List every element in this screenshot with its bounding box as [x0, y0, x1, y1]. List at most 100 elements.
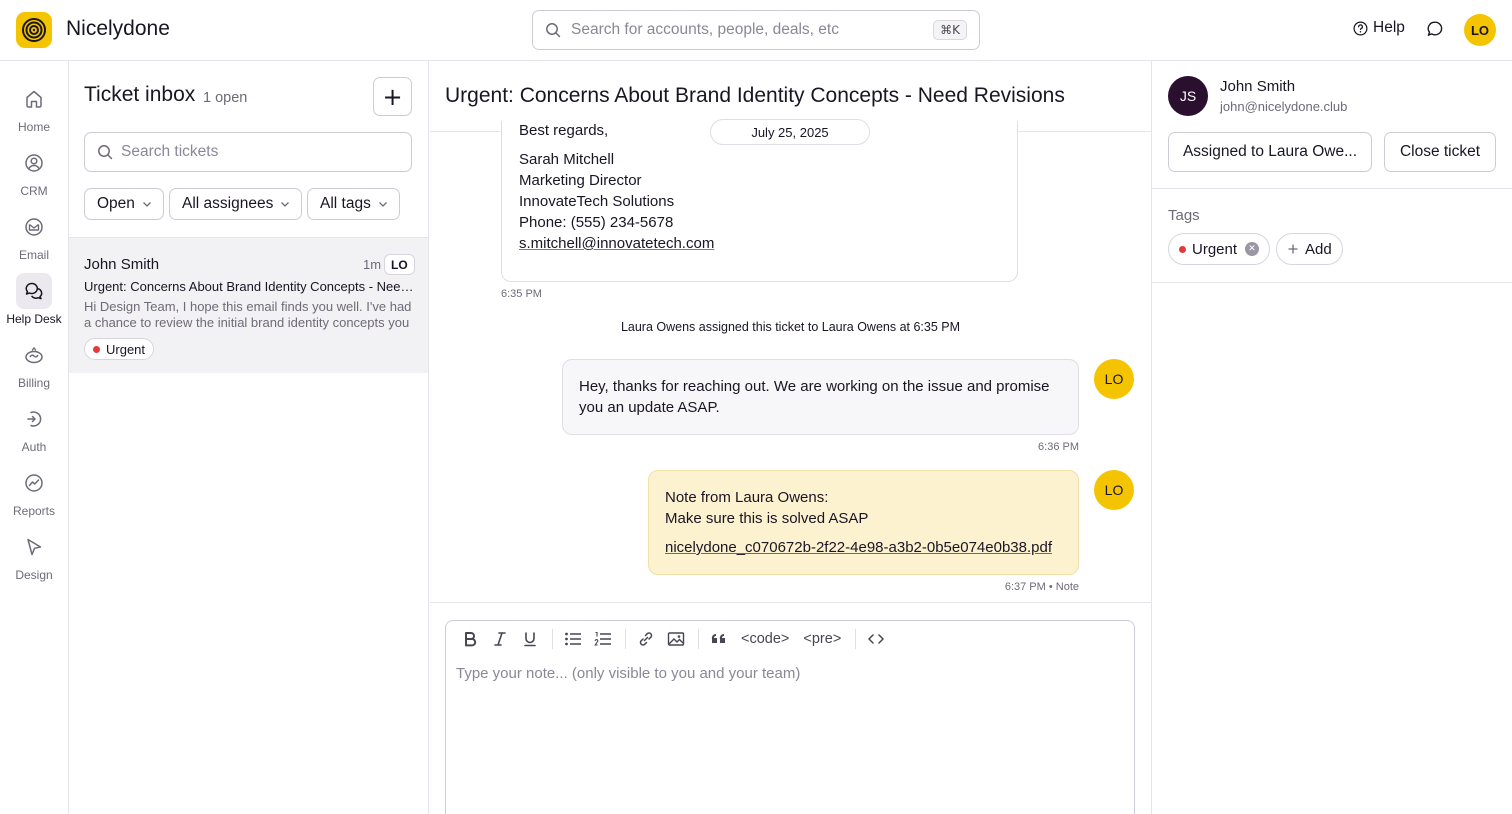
- nav-label: Help Desk: [6, 312, 62, 326]
- link-button[interactable]: [632, 625, 660, 653]
- email-phone: Phone: (555) 234-5678: [519, 214, 674, 231]
- quote-icon: [711, 633, 725, 643]
- ticket-customer-name: John Smith: [84, 256, 160, 273]
- nav-label: Design: [15, 568, 53, 582]
- toolbar-divider: [625, 629, 626, 649]
- add-tag-label: Add: [1305, 240, 1332, 258]
- email-timestamp: 6:35 PM: [501, 288, 542, 300]
- numbered-list-button[interactable]: [589, 625, 617, 653]
- search-icon: [546, 23, 561, 38]
- ticket-search[interactable]: [84, 132, 412, 172]
- bullet-list-button[interactable]: [559, 625, 587, 653]
- source-code-button[interactable]: [862, 625, 890, 653]
- nav-item-email[interactable]: Email: [0, 209, 68, 269]
- top-bar: Nicelydone Search for accounts, people, …: [0, 0, 1512, 61]
- new-ticket-button[interactable]: +: [373, 77, 412, 116]
- nav-item-billing[interactable]: Billing: [0, 337, 68, 397]
- email-sender-name: Sarah Mitchell: [519, 151, 615, 168]
- nav-item-home[interactable]: Home: [0, 81, 68, 141]
- ticket-subject: Urgent: Concerns About Brand Identity Co…: [84, 279, 414, 294]
- note-text: Make sure this is solved ASAP: [665, 510, 869, 527]
- user-avatar[interactable]: LO: [1464, 14, 1496, 46]
- bold-button[interactable]: [456, 625, 484, 653]
- status-filter[interactable]: Open: [84, 188, 164, 220]
- note-attachment-link[interactable]: nicelydone_c070672b-2f22-4e98-a3b2-0b5e0…: [665, 537, 1062, 558]
- numbered-list-icon: [594, 631, 611, 646]
- note-timestamp: 6:37 PM • Note: [1004, 581, 1079, 593]
- add-tag-button[interactable]: Add: [1276, 233, 1343, 265]
- nav-label: CRM: [20, 184, 48, 198]
- system-assignment-message: Laura Owens assigned this ticket to Laur…: [620, 320, 961, 334]
- bullet-list-icon: [565, 632, 581, 646]
- app-name: Nicelydone: [66, 17, 170, 40]
- email-address-link[interactable]: s.mitchell@innovatetech.com: [519, 235, 714, 252]
- blockquote-button[interactable]: [705, 625, 733, 653]
- tag-chip-urgent: Urgent ✕: [1168, 233, 1271, 265]
- panel-divider: [1152, 282, 1512, 283]
- conversation-panel: Urgent: Concerns About Brand Identity Co…: [430, 61, 1151, 814]
- help-label: Help: [1373, 19, 1405, 36]
- remove-tag-icon[interactable]: ✕: [1245, 242, 1260, 256]
- inline-code-button[interactable]: <code>: [735, 625, 795, 653]
- underline-button[interactable]: [516, 625, 544, 653]
- reply-timestamp: 6:36 PM: [1038, 441, 1079, 453]
- image-icon: [667, 632, 685, 646]
- nav-label: Reports: [12, 504, 56, 518]
- image-button[interactable]: [662, 625, 690, 653]
- nav-item-reports[interactable]: Reports: [0, 465, 68, 525]
- nav-item-help-desk[interactable]: Help Desk: [0, 273, 68, 333]
- nav-item-crm[interactable]: CRM: [0, 145, 68, 205]
- close-ticket-button[interactable]: Close ticket: [1384, 132, 1496, 172]
- logo-spiral-icon: [22, 18, 46, 42]
- note-author-avatar: LO: [1094, 470, 1134, 510]
- nav-label: Email: [18, 248, 49, 262]
- note-heading: Note from Laura Owens:: [665, 489, 829, 506]
- assignee-button[interactable]: Assigned to Laura Owe...: [1168, 132, 1372, 172]
- code-brackets-icon: [868, 634, 885, 644]
- chat-bubble-icon: [1427, 21, 1443, 36]
- search-icon: [98, 145, 113, 160]
- tags-filter-value: All tags: [320, 195, 371, 212]
- app-logo[interactable]: [16, 12, 52, 48]
- toolbar-divider: [552, 629, 553, 649]
- nav-label: Billing: [17, 376, 50, 390]
- global-search[interactable]: Search for accounts, people, deals, etc …: [532, 10, 980, 50]
- note-input[interactable]: [456, 665, 1124, 805]
- contact-email: john@nicelydone.club: [1220, 99, 1348, 114]
- email-message: Best regards, Sarah Mitchell Marketing D…: [501, 121, 1018, 282]
- contact-panel: JS John Smith john@nicelydone.club Assig…: [1151, 61, 1512, 814]
- ticket-age: 1m: [363, 257, 382, 272]
- ticket-search-input[interactable]: [121, 143, 391, 161]
- chevron-down-icon: [281, 202, 290, 207]
- nav-item-design[interactable]: Design: [0, 529, 68, 589]
- assignee-filter[interactable]: All assignees: [169, 188, 303, 220]
- left-navigation: Home CRM Email Help Desk Billing Auth Re…: [0, 61, 69, 814]
- chevron-down-icon: [378, 202, 387, 207]
- italic-button[interactable]: [486, 625, 514, 653]
- reports-icon: [25, 474, 43, 492]
- global-search-placeholder: Search for accounts, people, deals, etc: [571, 21, 839, 38]
- tags-filter[interactable]: All tags: [307, 188, 400, 220]
- chevron-down-icon: [142, 202, 151, 207]
- inbox-open-count: 1 open: [203, 90, 248, 106]
- agent-avatar: LO: [1094, 359, 1134, 399]
- ticket-list-item[interactable]: John Smith 1m LO Urgent: Concerns About …: [69, 237, 428, 373]
- urgent-dot-icon: [93, 345, 100, 353]
- nav-label: Auth: [21, 440, 47, 454]
- chat-button[interactable]: [1426, 20, 1444, 43]
- code-block-button[interactable]: <pre>: [797, 625, 847, 653]
- internal-note-bubble: Note from Laura Owens: Make sure this is…: [648, 470, 1079, 575]
- assignee-filter-value: All assignees: [182, 195, 274, 212]
- ticket-title: Urgent: Concerns About Brand Identity Co…: [445, 84, 1065, 107]
- urgent-dot-icon: [1179, 245, 1186, 253]
- nav-item-auth[interactable]: Auth: [0, 401, 68, 461]
- inbox-title: Ticket inbox: [84, 83, 196, 106]
- help-link[interactable]: Help: [1353, 19, 1405, 37]
- email-closing: Best regards,: [519, 122, 609, 139]
- ticket-tag: Urgent: [84, 338, 155, 360]
- question-circle-icon: [1353, 21, 1368, 35]
- underline-icon: [524, 632, 536, 647]
- crm-icon: [25, 154, 43, 172]
- bold-icon: [465, 632, 477, 647]
- email-company: InnovateTech Solutions: [519, 193, 675, 210]
